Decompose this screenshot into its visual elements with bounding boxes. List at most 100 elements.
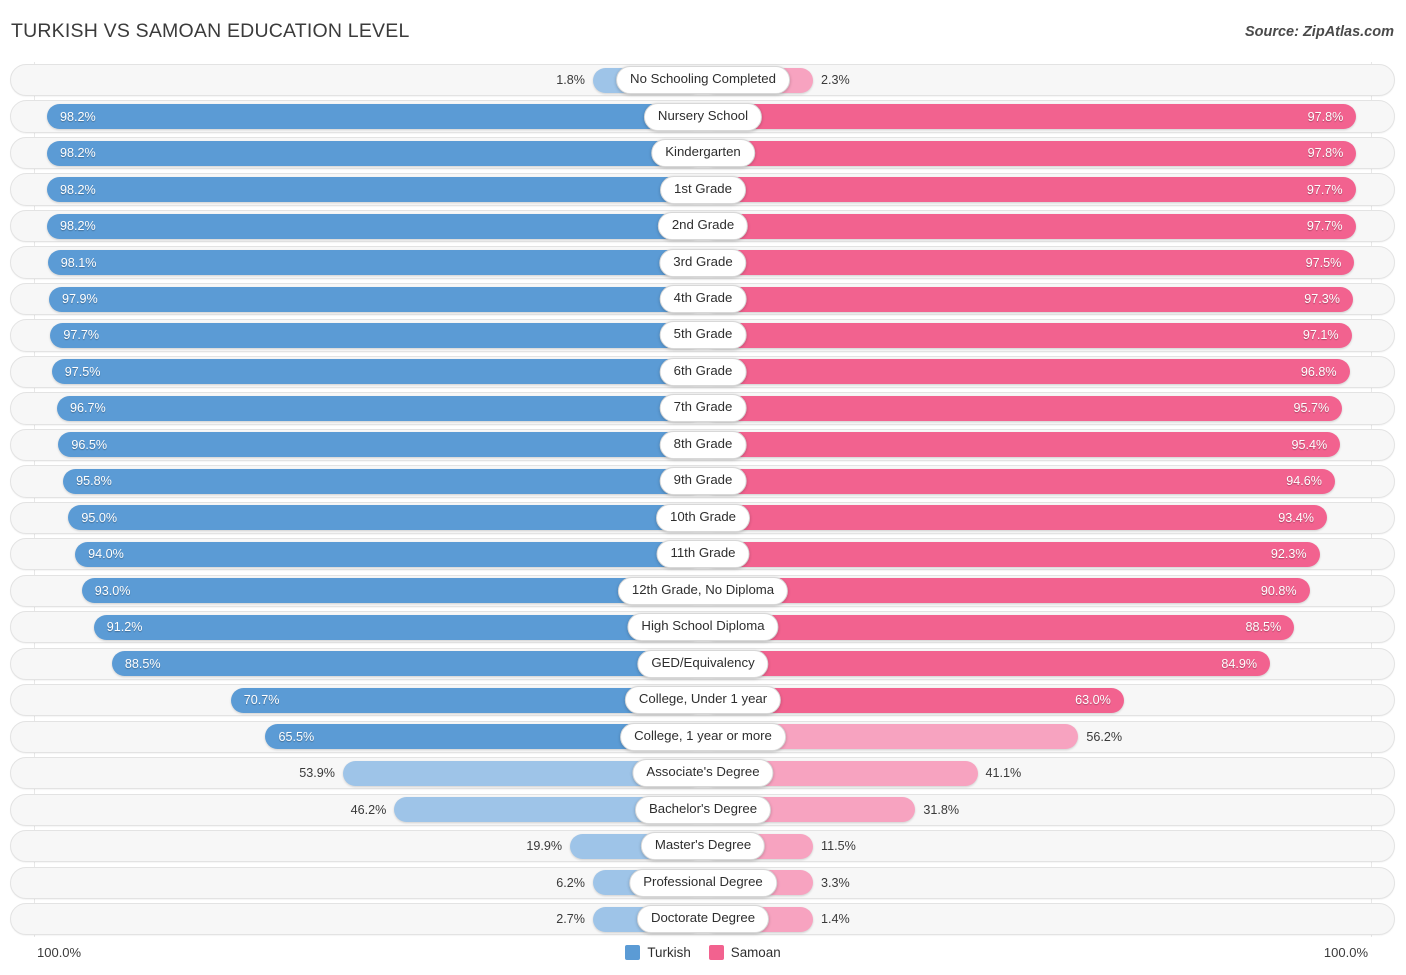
bar-value-samoan: 90.8%	[1260, 583, 1297, 598]
right-bar-container: 97.7%	[703, 213, 1371, 239]
bar-samoan[interactable]: 84.9%	[703, 651, 1271, 677]
bar-value-turkish: 98.1%	[60, 255, 97, 270]
category-label[interactable]: 1st Grade	[660, 175, 746, 204]
bar-turkish[interactable]: 97.5%	[51, 359, 703, 385]
chart-row: 97.9% 97.3% 4th Grade	[0, 281, 1406, 317]
bar-samoan[interactable]: 93.4%	[703, 505, 1327, 531]
bar-turkish[interactable]: 96.7%	[57, 395, 703, 421]
bar-samoan[interactable]: 97.7%	[703, 213, 1356, 239]
bar-value-samoan: 11.5%	[821, 839, 856, 854]
category-label[interactable]: Bachelor's Degree	[634, 795, 772, 824]
category-label[interactable]: Associate's Degree	[632, 759, 774, 788]
left-bar-container: 98.1%	[35, 250, 703, 276]
bar-samoan[interactable]: 97.1%	[703, 322, 1352, 348]
left-bar-container: 97.5%	[35, 359, 703, 385]
category-label[interactable]: Doctorate Degree	[636, 905, 770, 934]
category-label[interactable]: 3rd Grade	[659, 248, 747, 277]
chart-row: 95.0% 93.4% 10th Grade	[0, 500, 1406, 536]
category-label[interactable]: 12th Grade, No Diploma	[617, 576, 789, 605]
bar-turkish[interactable]: 98.2%	[47, 140, 703, 166]
bar-turkish[interactable]: 97.7%	[50, 322, 703, 348]
chart-row: 88.5% 84.9% GED/Equivalency	[0, 646, 1406, 682]
category-label[interactable]: 2nd Grade	[657, 212, 749, 241]
category-label[interactable]: College, Under 1 year	[624, 686, 782, 715]
right-bar-container: 63.0%	[703, 687, 1371, 713]
category-label[interactable]: Master's Degree	[640, 832, 766, 861]
category-label[interactable]: 11th Grade	[656, 540, 750, 569]
chart-row: 91.2% 88.5% High School Diploma	[0, 609, 1406, 645]
chart-row: 46.2% 31.8% Bachelor's Degree	[0, 792, 1406, 828]
page-title: TURKISH VS SAMOAN EDUCATION LEVEL	[11, 20, 410, 42]
category-label[interactable]: 9th Grade	[659, 467, 747, 496]
category-label[interactable]: 6th Grade	[659, 357, 747, 386]
bar-value-samoan: 31.8%	[923, 802, 960, 817]
chart-row: 1.8% 2.3% No Schooling Completed	[0, 62, 1406, 98]
bar-turkish[interactable]: 93.0%	[81, 578, 703, 604]
bar-turkish[interactable]: 97.9%	[49, 286, 703, 312]
bar-value-samoan: 97.1%	[1302, 328, 1339, 343]
left-bar-container: 70.7%	[35, 687, 703, 713]
category-label[interactable]: GED/Equivalency	[637, 649, 769, 678]
bar-turkish[interactable]: 94.0%	[75, 541, 703, 567]
bar-value-turkish: 88.5%	[124, 656, 161, 671]
legend-swatch-samoan	[708, 945, 724, 960]
chart-row: 96.7% 95.7% 7th Grade	[0, 390, 1406, 426]
category-label[interactable]: No Schooling Completed	[616, 66, 790, 95]
bar-value-turkish: 98.2%	[60, 219, 96, 234]
bar-turkish[interactable]: 98.2%	[47, 213, 703, 239]
bar-samoan[interactable]: 90.8%	[703, 578, 1310, 604]
bar-turkish[interactable]: 91.2%	[93, 614, 703, 640]
bar-value-turkish: 46.2%	[350, 802, 387, 817]
bar-turkish[interactable]: 95.8%	[63, 468, 703, 494]
bar-samoan[interactable]: 88.5%	[703, 614, 1295, 640]
bar-value-samoan: 95.7%	[1293, 401, 1330, 416]
category-label[interactable]: 4th Grade	[659, 285, 747, 313]
category-label[interactable]: 10th Grade	[656, 503, 750, 532]
category-label[interactable]: 8th Grade	[659, 430, 747, 459]
bar-value-turkish: 97.7%	[63, 328, 100, 343]
bar-samoan[interactable]: 97.8%	[703, 104, 1357, 130]
bar-turkish[interactable]: 98.2%	[47, 177, 703, 203]
right-bar-container: 97.8%	[703, 104, 1371, 130]
bar-samoan[interactable]: 96.8%	[703, 359, 1350, 385]
chart-row: 65.5% 56.2% College, 1 year or more	[0, 719, 1406, 755]
bar-samoan[interactable]: 97.3%	[703, 286, 1353, 312]
bar-value-samoan: 56.2%	[1086, 729, 1123, 744]
bar-samoan[interactable]: 95.4%	[703, 432, 1341, 458]
category-label[interactable]: Kindergarten	[651, 139, 755, 168]
legend-item-turkish: Turkish	[625, 945, 691, 960]
chart-page: TURKISH VS SAMOAN EDUCATION LEVEL Source…	[0, 0, 1406, 975]
bar-value-samoan: 97.7%	[1306, 219, 1343, 234]
left-bar-container: 2.7%	[35, 906, 703, 932]
bar-turkish[interactable]: 88.5%	[111, 651, 703, 677]
bar-turkish[interactable]: 95.0%	[68, 505, 703, 531]
category-label[interactable]: Nursery School	[643, 102, 763, 131]
bar-samoan[interactable]: 92.3%	[703, 541, 1320, 567]
category-label[interactable]: Professional Degree	[629, 868, 777, 897]
chart-row: 98.2% 97.8% Nursery School	[0, 98, 1406, 134]
bar-value-turkish: 96.5%	[71, 437, 108, 452]
bar-turkish[interactable]: 98.1%	[47, 250, 703, 276]
bar-value-turkish: 1.8%	[556, 73, 585, 88]
bar-turkish[interactable]: 96.5%	[58, 432, 703, 458]
bar-value-samoan: 95.4%	[1291, 437, 1328, 452]
bar-samoan[interactable]: 95.7%	[703, 395, 1343, 421]
bar-samoan[interactable]: 97.8%	[703, 140, 1357, 166]
left-bar-container: 98.2%	[35, 140, 703, 166]
category-label[interactable]: College, 1 year or more	[620, 722, 786, 751]
bar-value-turkish: 97.9%	[62, 292, 98, 306]
bar-turkish[interactable]: 98.2%	[47, 104, 703, 130]
bar-samoan[interactable]: 97.7%	[703, 177, 1356, 203]
chart-row: 94.0% 92.3% 11th Grade	[0, 536, 1406, 572]
category-label[interactable]: 5th Grade	[659, 321, 747, 350]
bar-samoan[interactable]: 94.6%	[703, 468, 1335, 494]
bar-samoan[interactable]: 97.5%	[703, 250, 1355, 276]
legend-label-turkish: Turkish	[647, 945, 691, 960]
source-attribution: Source: ZipAtlas.com	[1244, 24, 1394, 40]
left-bar-container: 96.7%	[35, 395, 703, 421]
right-bar-container: 92.3%	[703, 541, 1371, 567]
category-label[interactable]: High School Diploma	[627, 613, 779, 642]
chart-row: 98.2% 97.7% 2nd Grade	[0, 208, 1406, 244]
category-label[interactable]: 7th Grade	[659, 394, 747, 423]
right-bar-container: 95.7%	[703, 395, 1371, 421]
